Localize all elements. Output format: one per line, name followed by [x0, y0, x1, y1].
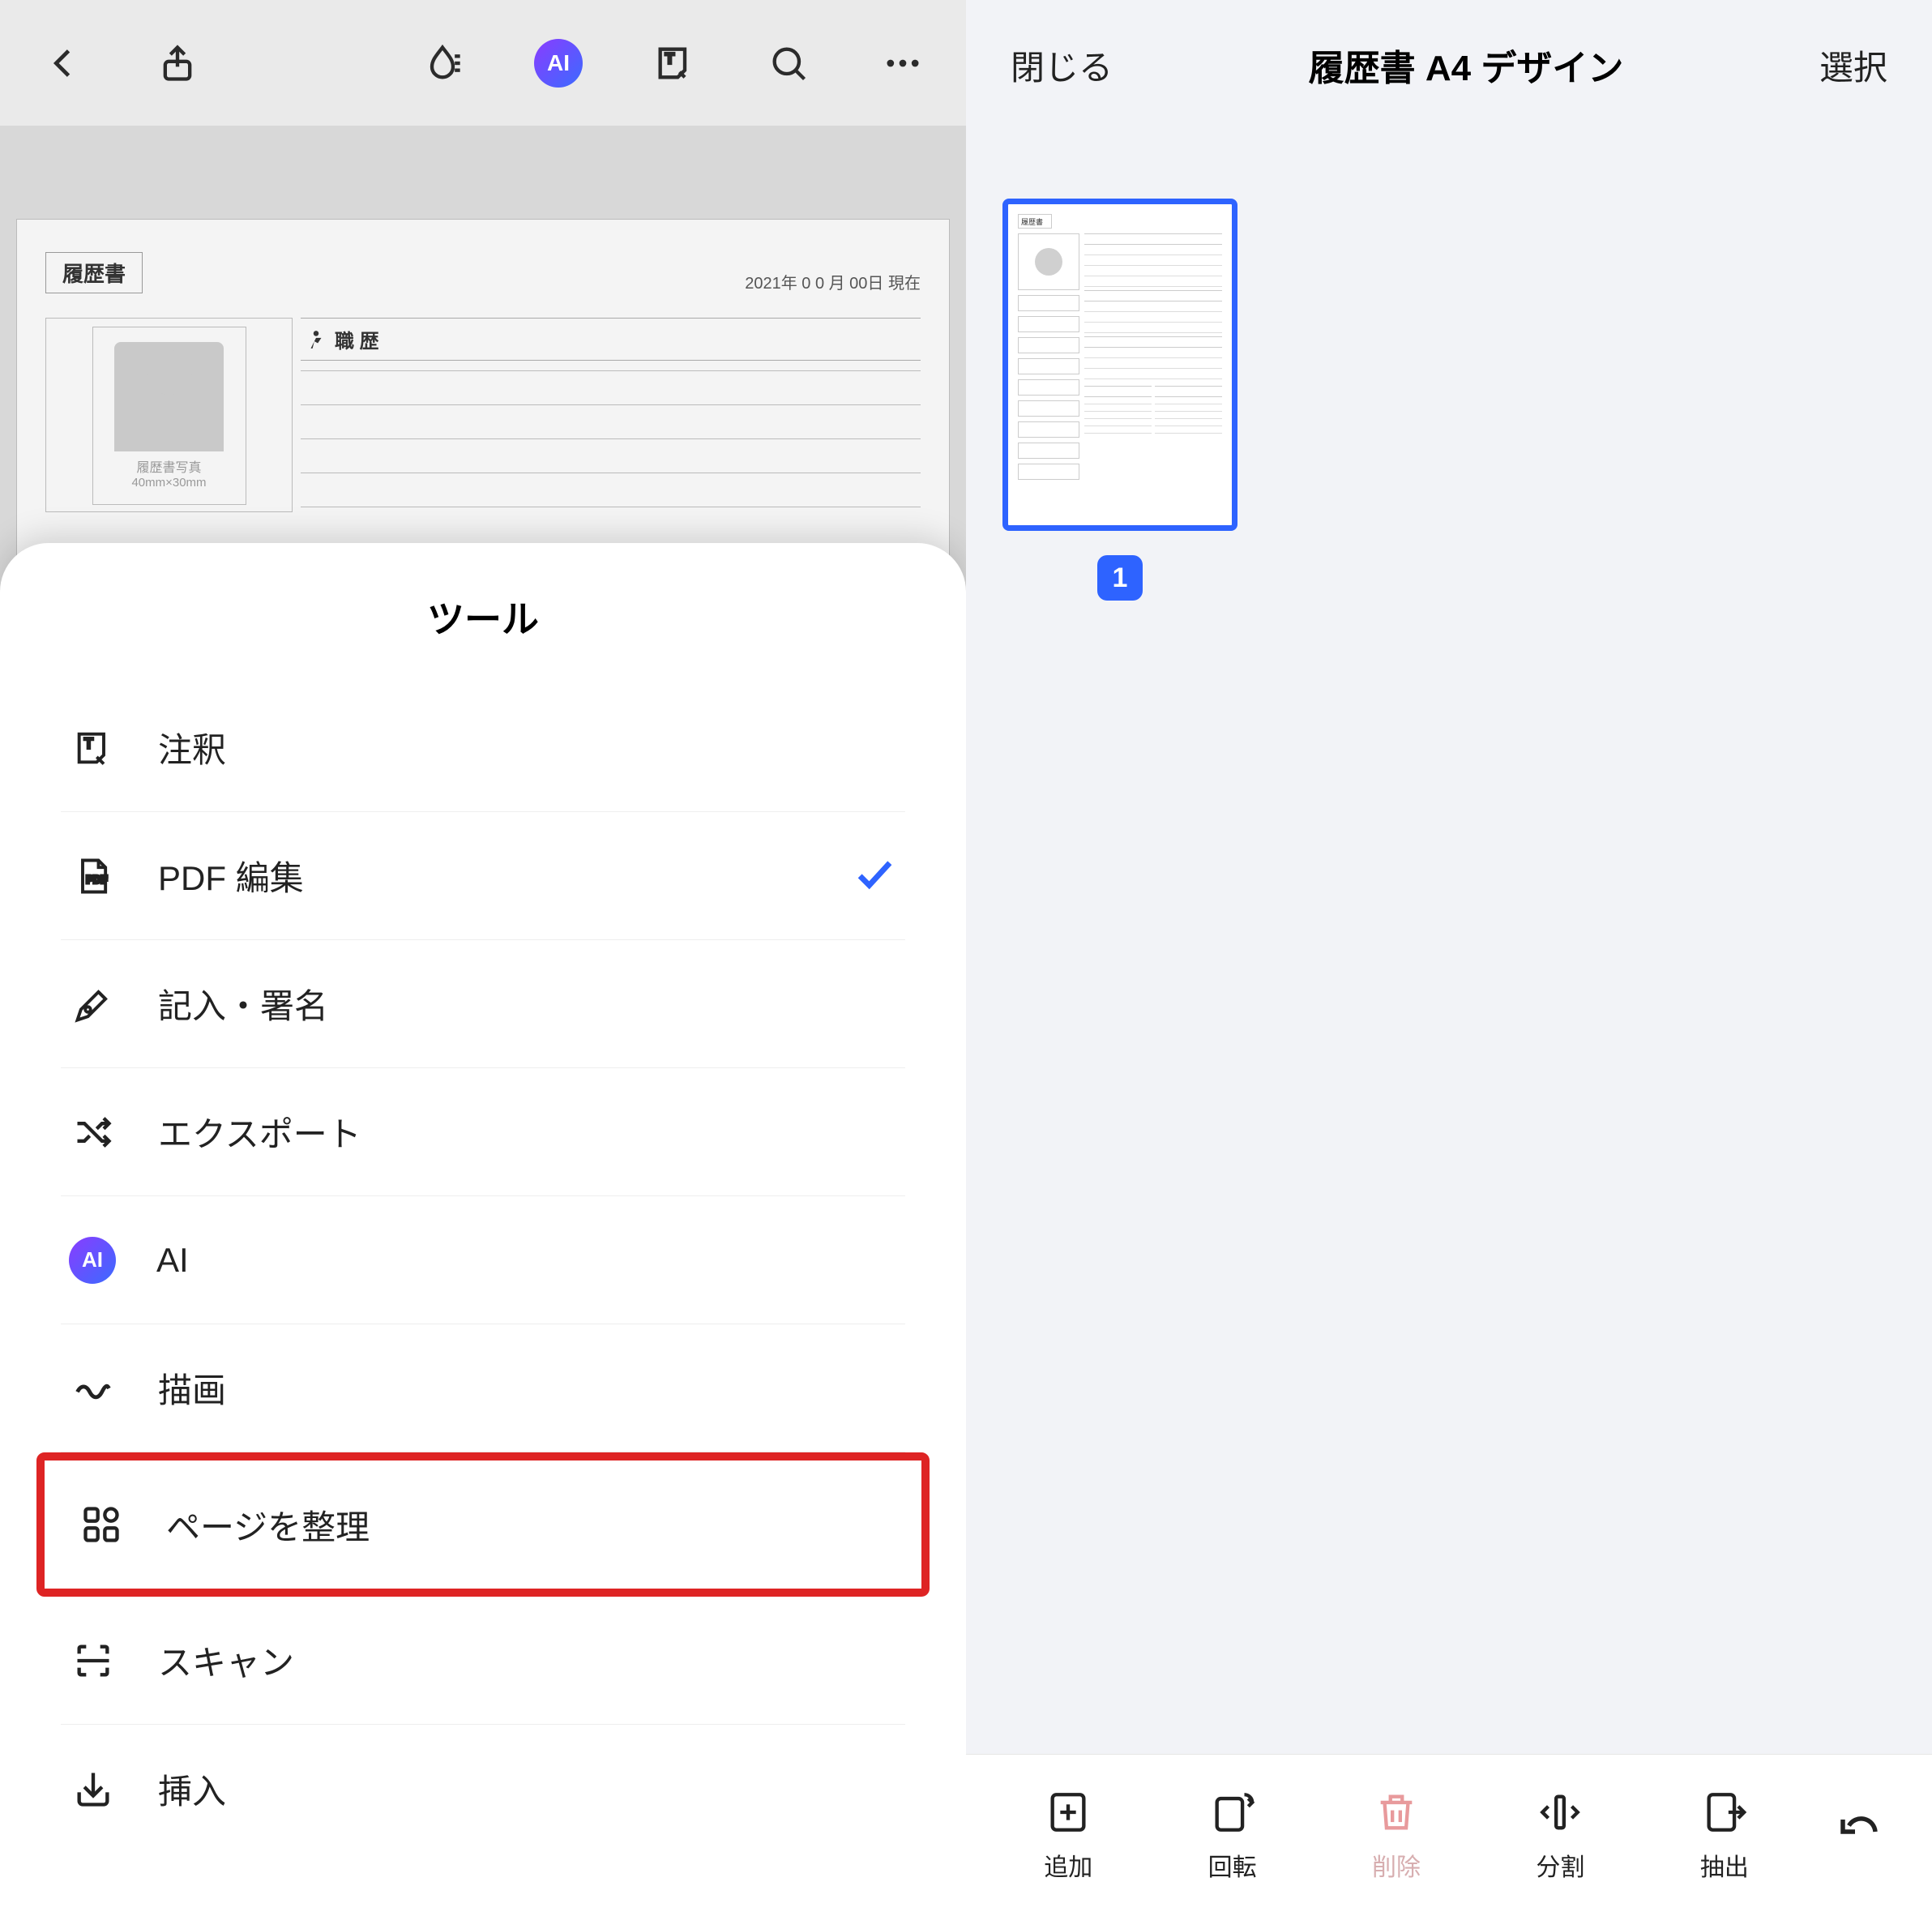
tool-fill-sign[interactable]: 記入・署名: [61, 940, 905, 1068]
rotate-button[interactable]: 回転: [1154, 1789, 1310, 1883]
ai-chip-icon: AI: [69, 1237, 116, 1284]
tool-insert[interactable]: 挿入: [61, 1725, 905, 1853]
droplet-icon[interactable]: [420, 41, 465, 86]
svg-text:PDF: PDF: [86, 873, 107, 885]
tool-export-label: エクスポート: [158, 1107, 361, 1157]
extract-button[interactable]: 抽出: [1647, 1789, 1802, 1883]
page-thumbnail-1[interactable]: 履歴書: [1002, 199, 1237, 601]
tool-export[interactable]: エクスポート: [61, 1068, 905, 1196]
split-label: 分割: [1536, 1847, 1584, 1883]
doc-section-label: 職 歴: [335, 325, 379, 353]
split-button[interactable]: 分割: [1482, 1789, 1638, 1883]
download-icon: [69, 1764, 118, 1813]
sheet-title: ツール: [45, 590, 921, 644]
photo-size-label: 40mm×30mm: [131, 476, 206, 490]
grid-icon: [77, 1500, 126, 1549]
pages-bottom-toolbar: 追加 回転 削除 分割 抽出: [966, 1754, 1932, 1916]
add-label: 追加: [1044, 1847, 1092, 1883]
svg-text:T: T: [665, 50, 674, 66]
pen-nib-icon: [69, 980, 118, 1029]
tool-annotate-label: 注釈: [158, 723, 226, 772]
tool-pdf-edit-label: PDF 編集: [158, 851, 304, 900]
delete-button: 削除: [1319, 1789, 1474, 1883]
shuffle-icon: [69, 1108, 118, 1157]
tool-scan-label: スキャン: [158, 1636, 294, 1685]
tool-scan[interactable]: スキャン: [61, 1597, 905, 1725]
extract-label: 抽出: [1700, 1847, 1749, 1883]
pages-header: 閉じる 履歴書 A4 デザイン 選択: [966, 0, 1932, 130]
tools-sheet: ツール T 注釈 PDF PDF 編集: [0, 543, 966, 1916]
tool-ai-label: AI: [156, 1241, 189, 1280]
close-button[interactable]: 閉じる: [1011, 41, 1113, 90]
more-icon[interactable]: [880, 41, 925, 86]
photo-label: 履歴書写真: [136, 456, 201, 476]
tool-draw[interactable]: 描画: [61, 1324, 905, 1452]
tool-pdf-edit[interactable]: PDF PDF 編集: [61, 812, 905, 940]
tool-ai[interactable]: AI AI: [61, 1196, 905, 1324]
check-icon: [853, 852, 897, 900]
search-icon[interactable]: [766, 41, 811, 86]
tool-insert-label: 挿入: [158, 1764, 226, 1814]
back-icon[interactable]: [41, 41, 86, 86]
scribble-icon: [69, 1364, 118, 1413]
annotate-icon: T: [69, 724, 118, 772]
tool-organize-highlight: ページを整理: [36, 1452, 930, 1597]
doc-date: 2021年 0 0 月 00日 現在: [745, 270, 921, 293]
editor-top-toolbar: AI T: [0, 0, 966, 126]
tool-draw-label: 描画: [158, 1363, 226, 1413]
svg-text:T: T: [84, 735, 93, 751]
tool-organize-pages[interactable]: ページを整理: [45, 1461, 921, 1589]
tool-fill-sign-label: 記入・署名: [158, 979, 328, 1029]
doc-title: 履歴書: [45, 252, 143, 293]
page-number-badge: 1: [1097, 555, 1143, 601]
pages-title: 履歴書 A4 デザイン: [1309, 39, 1624, 91]
pdf-icon: PDF: [69, 852, 118, 900]
document-preview: 履歴書 2021年 0 0 月 00日 現在 履歴書写真 40mm×30mm 職…: [0, 126, 966, 563]
scan-icon: [69, 1636, 118, 1685]
share-icon[interactable]: [155, 41, 200, 86]
tool-annotate[interactable]: T 注釈: [61, 684, 905, 812]
undo-button[interactable]: [1810, 1811, 1908, 1860]
delete-label: 削除: [1372, 1847, 1421, 1883]
ai-icon[interactable]: AI: [534, 39, 583, 88]
add-page-button[interactable]: 追加: [990, 1789, 1146, 1883]
tool-organize-label: ページを整理: [166, 1500, 370, 1550]
select-button[interactable]: 選択: [1819, 41, 1887, 90]
rotate-label: 回転: [1208, 1847, 1257, 1883]
page-grid: 履歴書: [966, 130, 1932, 1754]
annotate-toolbar-icon[interactable]: T: [652, 41, 697, 86]
